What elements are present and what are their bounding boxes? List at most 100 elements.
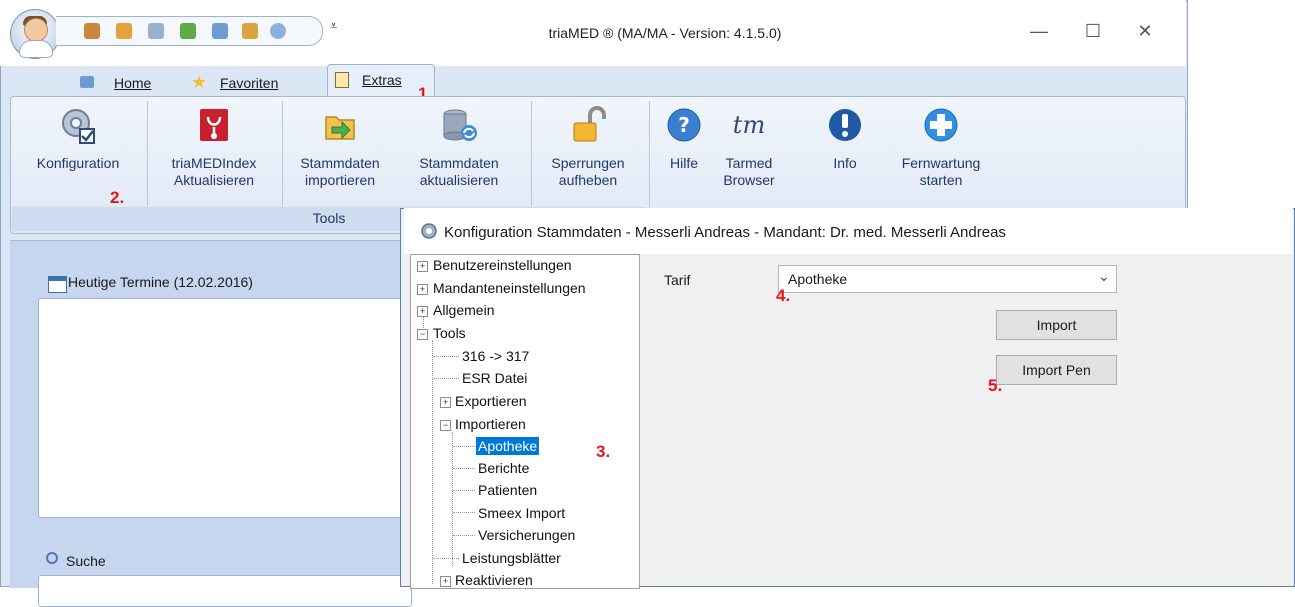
tree-node-mandanteneinstellungen[interactable]: Mandanteneinstellungen xyxy=(433,279,586,297)
expand-icon[interactable]: + xyxy=(440,576,451,587)
sperrungen-aufheben-label-2: aufheben xyxy=(558,172,618,188)
tarif-label: Tarif xyxy=(664,272,691,288)
calendar-icon xyxy=(48,276,67,293)
expand-icon[interactable]: + xyxy=(440,397,451,408)
svg-text:tm: tm xyxy=(733,111,765,139)
fernwartung-button[interactable]: Fernwartung starten xyxy=(881,101,1001,205)
tree-node-reaktivieren[interactable]: Reaktivieren xyxy=(455,571,533,589)
import-button[interactable]: Import xyxy=(996,310,1117,340)
tree-node-benutzereinstellungen[interactable]: Benutzereinstellungen xyxy=(433,256,572,274)
tree-line xyxy=(453,535,475,536)
tab-extras-label: Extras xyxy=(362,72,402,88)
quick-access-dropdown[interactable]: ⩡ xyxy=(330,18,337,34)
card-icon[interactable] xyxy=(116,23,132,39)
tree-line xyxy=(453,512,475,513)
remote-support-icon xyxy=(924,108,958,142)
import-folder-icon xyxy=(325,116,355,140)
sperrungen-aufheben-button[interactable]: Sperrungen aufheben xyxy=(535,101,641,205)
avatar-coat xyxy=(19,40,53,58)
gear-check-icon xyxy=(62,109,95,144)
collapse-icon[interactable]: − xyxy=(440,420,451,431)
step-marker-3: 3. xyxy=(596,442,611,461)
search-icon xyxy=(46,552,58,564)
tree-node-exportieren[interactable]: Exportieren xyxy=(455,392,527,410)
tree-node-esr-datei[interactable]: ESR Datei xyxy=(462,369,527,387)
paperclip-icon[interactable] xyxy=(270,23,286,39)
dialog-title: Konfiguration Stammdaten - Messerli Andr… xyxy=(444,224,1006,241)
triamedindex-label: triaMEDIndex xyxy=(171,155,257,171)
calendar-icon[interactable] xyxy=(212,23,228,39)
search-input[interactable] xyxy=(38,575,412,607)
sperrungen-aufheben-label: Sperrungen xyxy=(551,155,625,171)
triamed-index-icon xyxy=(200,109,228,141)
tree-line xyxy=(452,432,453,566)
step-marker-5: 5. xyxy=(988,376,1003,395)
unlock-icon xyxy=(573,106,606,142)
maximize-button[interactable]: ☐ xyxy=(1078,18,1108,44)
home-icon xyxy=(80,76,94,88)
tarif-select-value: Apotheke xyxy=(788,271,848,287)
triamedindex-button[interactable]: triaMEDIndex Aktualisieren xyxy=(149,101,279,205)
tree-node-smeex-import[interactable]: Smeex Import xyxy=(478,504,565,522)
tree-node-berichte[interactable]: Berichte xyxy=(478,459,529,477)
tree-line xyxy=(433,378,459,379)
info-label: Info xyxy=(833,155,857,171)
tab-home[interactable]: Home xyxy=(114,70,151,96)
tree-node-316-317[interactable]: 316 -> 317 xyxy=(462,347,529,365)
database-refresh-icon xyxy=(443,109,477,141)
tree-node-importieren[interactable]: Importieren xyxy=(455,415,526,433)
minimize-button[interactable]: — xyxy=(1024,18,1054,44)
close-button[interactable]: ✕ xyxy=(1130,18,1160,44)
termine-heading: Heutige Termine (12.02.2016) xyxy=(68,274,253,290)
tree-node-patienten[interactable]: Patienten xyxy=(478,481,537,499)
stammdaten-aktualisieren-label: Stammdaten xyxy=(419,155,499,171)
konfiguration-label: Konfiguration xyxy=(36,155,120,171)
termine-list[interactable] xyxy=(38,298,412,518)
app-menu-orb[interactable] xyxy=(10,9,60,59)
tarmed-browser-label-2: Browser xyxy=(723,172,775,188)
info-button[interactable]: Info xyxy=(815,101,875,205)
tree-node-tools[interactable]: Tools xyxy=(433,324,466,342)
expand-icon[interactable]: + xyxy=(417,261,428,272)
collapse-icon[interactable]: − xyxy=(417,329,428,340)
tree-node-leistungsblaetter[interactable]: Leistungsblätter xyxy=(462,549,561,567)
step-marker-2: 2. xyxy=(110,188,125,207)
tree-line xyxy=(453,468,475,469)
hilfe-button[interactable]: ? Hilfe xyxy=(654,101,714,205)
help-icon: ? xyxy=(667,108,701,142)
stammdaten-aktualisieren-button[interactable]: Stammdaten aktualisieren xyxy=(401,101,517,205)
stammdaten-importieren-label: Stammdaten xyxy=(300,155,380,171)
people-icon[interactable] xyxy=(84,23,100,39)
fernwartung-label: Fernwartung xyxy=(901,155,981,171)
tab-favoriten-label: Favoriten xyxy=(220,75,279,91)
window-title: triaMED ® (MA/MA - Version: 4.1.5.0) xyxy=(548,25,782,41)
tree-node-allgemein[interactable]: Allgemein xyxy=(433,301,494,319)
checklist-icon[interactable] xyxy=(180,23,196,39)
document-icon[interactable] xyxy=(148,23,164,39)
tree-line xyxy=(453,446,475,447)
import-pen-button[interactable]: Import Pen xyxy=(996,355,1117,385)
svg-text:?: ? xyxy=(678,113,690,137)
fernwartung-label-2: starten xyxy=(919,172,963,188)
tab-home-label: Home xyxy=(114,75,152,91)
tab-extras-text: Extras xyxy=(362,67,402,93)
tree-line xyxy=(453,490,475,491)
tab-favoriten[interactable]: Favoriten xyxy=(220,70,278,96)
stammdaten-importieren-button[interactable]: Stammdaten importieren xyxy=(283,101,397,205)
tree-node-versicherungen[interactable]: Versicherungen xyxy=(478,526,575,544)
tarmed-browser-label: Tarmed xyxy=(725,155,773,171)
expand-icon[interactable]: + xyxy=(417,284,428,295)
tree-node-apotheke[interactable]: Apotheke xyxy=(476,437,540,455)
hilfe-label: Hilfe xyxy=(669,155,698,171)
info-icon xyxy=(829,109,861,141)
tarmed-browser-button[interactable]: tm Tarmed Browser xyxy=(715,101,783,205)
tarmed-icon: tm xyxy=(733,111,765,139)
avatar-face xyxy=(24,18,48,42)
suche-heading: Suche xyxy=(66,553,106,569)
chevron-down-icon: ⌄ xyxy=(1098,268,1110,284)
step-marker-4: 4. xyxy=(776,286,791,305)
star-icon: ★ xyxy=(191,72,208,92)
expand-icon[interactable]: + xyxy=(417,306,428,317)
pills-icon[interactable] xyxy=(242,23,258,39)
tree-line xyxy=(433,356,459,357)
